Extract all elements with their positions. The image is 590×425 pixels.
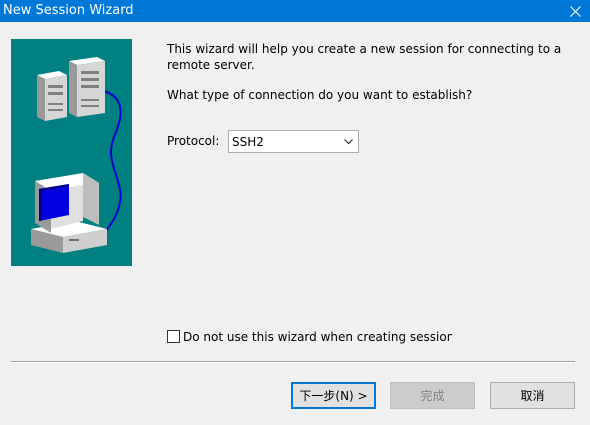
skip-wizard-label: Do not use this wizard when creating ses…: [183, 330, 452, 344]
cancel-button[interactable]: 取消: [490, 382, 575, 409]
window-title: New Session Wizard: [3, 3, 134, 18]
workstation-computer-icon: [31, 173, 107, 253]
next-button[interactable]: 下一步(N) >: [291, 382, 376, 409]
skip-wizard-checkbox[interactable]: [167, 330, 180, 343]
protocol-select-value: SSH2: [232, 135, 264, 149]
chevron-down-icon: [344, 139, 353, 145]
wizard-illustration: [11, 39, 132, 266]
connection-type-question: What type of connection do you want to e…: [167, 88, 473, 102]
footer-separator: [11, 361, 575, 363]
title-bar: New Session Wizard: [0, 0, 590, 22]
close-button[interactable]: [560, 0, 590, 22]
illustration-graphic: [31, 57, 122, 253]
server-tower-icon: [37, 57, 105, 121]
protocol-select[interactable]: SSH2: [228, 130, 359, 153]
close-icon: [569, 5, 581, 17]
finish-button[interactable]: 完成: [390, 382, 475, 409]
skip-wizard-option[interactable]: Do not use this wizard when creating ses…: [167, 329, 452, 345]
wizard-intro-text: This wizard will help you create a new s…: [167, 42, 562, 72]
protocol-label: Protocol:: [167, 134, 220, 148]
